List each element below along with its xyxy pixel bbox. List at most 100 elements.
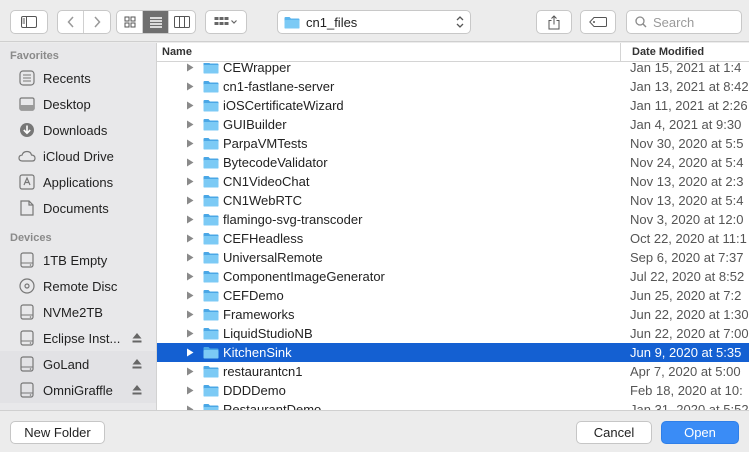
sidebar-item-recents[interactable]: Recents xyxy=(0,65,156,91)
open-button[interactable]: Open xyxy=(661,421,739,444)
search-field[interactable] xyxy=(626,10,742,34)
sidebar-item-icloud-drive[interactable]: iCloud Drive xyxy=(0,143,156,169)
table-row[interactable]: cn1-fastlane-server Jan 13, 2021 at 8:42 xyxy=(157,77,749,96)
list-header: Name Date Modified xyxy=(157,43,749,62)
table-row[interactable]: iOSCertificateWizard Jan 11, 2021 at 2:26 xyxy=(157,96,749,115)
disk-icon xyxy=(18,251,36,269)
table-row[interactable]: CEFDemo Jun 25, 2020 at 7:2 xyxy=(157,286,749,305)
cancel-button[interactable]: Cancel xyxy=(576,421,652,444)
sidebar-item-label: iCloud Drive xyxy=(43,148,114,164)
file-name: LiquidStudioNB xyxy=(223,326,313,341)
sidebar-item-eclipse-installer[interactable]: Eclipse Inst... xyxy=(0,325,156,351)
sidebar-toggle-button[interactable] xyxy=(10,10,48,34)
share-button[interactable] xyxy=(536,10,572,34)
disclosure-triangle-icon[interactable] xyxy=(186,63,194,72)
group-grid-icon xyxy=(214,17,237,25)
disclosure-triangle-icon[interactable] xyxy=(186,310,194,319)
sidebar-item-label: GoLand xyxy=(43,356,90,372)
date-modified: Apr 7, 2020 at 5:00 xyxy=(630,364,741,379)
table-row[interactable]: GUIBuilder Jan 4, 2021 at 9:30 xyxy=(157,115,749,134)
disclosure-triangle-icon[interactable] xyxy=(186,234,194,243)
date-modified: Jan 11, 2021 at 2:26 xyxy=(630,98,748,113)
table-row[interactable]: ParpaVMTests Nov 30, 2020 at 5:5 xyxy=(157,134,749,153)
folder-icon xyxy=(203,271,219,283)
disclosure-triangle-icon[interactable] xyxy=(186,348,194,357)
eject-icon[interactable] xyxy=(132,358,142,369)
table-row[interactable]: CEWrapper Jan 15, 2021 at 1:4 xyxy=(157,63,749,77)
sidebar-item-nvme2tb[interactable]: NVMe2TB xyxy=(0,299,156,325)
group-by-button[interactable] xyxy=(205,10,247,34)
table-row[interactable]: Frameworks Jun 22, 2020 at 1:30 xyxy=(157,305,749,324)
date-modified: Sep 6, 2020 at 7:37 xyxy=(630,250,744,265)
column-divider[interactable] xyxy=(620,43,621,62)
sidebar-item-1tb-empty[interactable]: 1TB Empty xyxy=(0,247,156,273)
disclosure-triangle-icon[interactable] xyxy=(186,101,194,110)
disclosure-triangle-icon[interactable] xyxy=(186,291,194,300)
table-row[interactable]: DDDDemo Feb 18, 2020 at 10: xyxy=(157,381,749,400)
name-column-header[interactable]: Name xyxy=(162,46,192,58)
file-name: CEFDemo xyxy=(223,288,284,303)
file-name: CEFHeadless xyxy=(223,231,304,246)
disclosure-triangle-icon[interactable] xyxy=(186,82,194,91)
column-view-button[interactable] xyxy=(169,11,195,33)
sidebar-item-label: Remote Disc xyxy=(43,278,118,294)
disclosure-triangle-icon[interactable] xyxy=(186,386,194,395)
disclosure-triangle-icon[interactable] xyxy=(186,139,194,148)
file-name: CEWrapper xyxy=(223,63,291,75)
table-row[interactable]: CN1WebRTC Nov 13, 2020 at 5:4 xyxy=(157,191,749,210)
sidebar-item-applications[interactable]: Applications xyxy=(0,169,156,195)
table-row[interactable]: flamingo-svg-transcoder Nov 3, 2020 at 12… xyxy=(157,210,749,229)
date-modified: Jul 22, 2020 at 8:52 xyxy=(630,269,745,284)
search-input[interactable] xyxy=(653,14,733,30)
back-button[interactable] xyxy=(58,11,84,33)
updown-chevron-icon xyxy=(456,16,464,28)
sidebar-item-goland[interactable]: GoLand xyxy=(0,351,156,377)
table-row[interactable]: KitchenSink Jun 9, 2020 at 5:35 xyxy=(157,343,749,362)
folder-icon xyxy=(203,309,219,321)
disclosure-triangle-icon[interactable] xyxy=(186,329,194,338)
list-view-button[interactable] xyxy=(143,11,169,33)
view-mode-control xyxy=(116,10,196,34)
table-row[interactable]: CN1VideoChat Nov 13, 2020 at 2:3 xyxy=(157,172,749,191)
table-row[interactable]: LiquidStudioNB Jun 22, 2020 at 7:00 xyxy=(157,324,749,343)
table-row[interactable]: UniversalRemote Sep 6, 2020 at 7:37 xyxy=(157,248,749,267)
disclosure-triangle-icon[interactable] xyxy=(186,215,194,224)
folder-icon xyxy=(203,328,219,340)
file-name: ComponentImageGenerator xyxy=(223,269,385,284)
table-row[interactable]: restaurantcn1 Apr 7, 2020 at 5:00 xyxy=(157,362,749,381)
date-modified-column-header[interactable]: Date Modified xyxy=(632,46,704,58)
disclosure-triangle-icon[interactable] xyxy=(186,196,194,205)
sidebar-item-remote-disc[interactable]: Remote Disc xyxy=(0,273,156,299)
disclosure-triangle-icon[interactable] xyxy=(186,272,194,281)
list-rows-viewport[interactable]: CEWrapper Jan 15, 2021 at 1:4 cn1-fastlane… xyxy=(157,63,749,410)
new-folder-button[interactable]: New Folder xyxy=(10,421,105,444)
folder-icon xyxy=(203,157,219,169)
eject-icon[interactable] xyxy=(132,332,142,343)
grid-icon xyxy=(124,16,135,28)
path-popup[interactable]: cn1_files xyxy=(277,10,471,34)
file-name: GUIBuilder xyxy=(223,117,287,132)
eject-icon[interactable] xyxy=(132,384,142,395)
file-name: Frameworks xyxy=(223,307,295,322)
sidebar-item-omnigraffle[interactable]: OmniGraffle xyxy=(0,377,156,403)
disclosure-triangle-icon[interactable] xyxy=(186,253,194,262)
date-modified: Jan 4, 2021 at 9:30 xyxy=(630,117,742,132)
sidebar-item-downloads[interactable]: Downloads xyxy=(0,117,156,143)
disclosure-triangle-icon[interactable] xyxy=(186,367,194,376)
file-name: cn1-fastlane-server xyxy=(223,79,335,94)
table-row[interactable]: ComponentImageGenerator Jul 22, 2020 at 8… xyxy=(157,267,749,286)
table-row[interactable]: CEFHeadless Oct 22, 2020 at 11:1 xyxy=(157,229,749,248)
disclosure-triangle-icon[interactable] xyxy=(186,158,194,167)
disclosure-triangle-icon[interactable] xyxy=(186,120,194,129)
list-icon xyxy=(149,17,162,28)
sidebar-item-label: Applications xyxy=(43,174,114,190)
sidebar-item-documents[interactable]: Documents xyxy=(0,195,156,221)
icon-view-button[interactable] xyxy=(117,11,143,33)
disclosure-triangle-icon[interactable] xyxy=(186,177,194,186)
table-row[interactable]: BytecodeValidator Nov 24, 2020 at 5:4 xyxy=(157,153,749,172)
share-icon xyxy=(548,14,560,29)
sidebar-item-desktop[interactable]: Desktop xyxy=(0,91,156,117)
forward-button[interactable] xyxy=(84,11,110,33)
table-row[interactable]: RestaurantDemo Jan 31, 2020 at 5:52 xyxy=(157,400,749,410)
tag-button[interactable] xyxy=(580,10,616,34)
